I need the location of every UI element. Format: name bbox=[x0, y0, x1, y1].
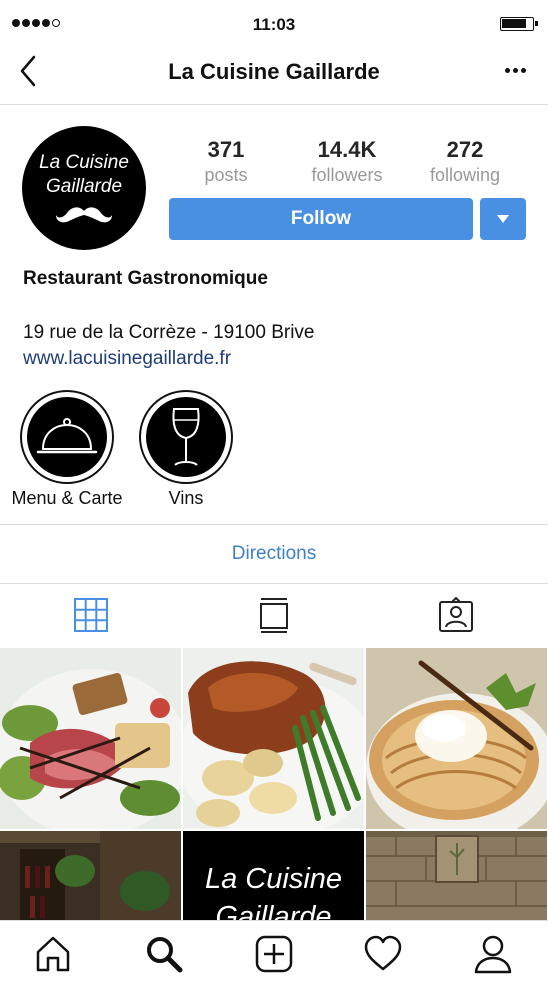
profile-tab[interactable] bbox=[473, 934, 513, 974]
stat-posts-value: 371 bbox=[207, 137, 245, 162]
avatar-text-line2: Gaillarde bbox=[45, 176, 123, 197]
directions-button[interactable]: Directions bbox=[0, 524, 548, 584]
mustache-icon bbox=[56, 207, 112, 223]
suggestions-dropdown-button[interactable] bbox=[480, 198, 526, 240]
list-view-tab[interactable] bbox=[256, 597, 292, 633]
post-thumbnail[interactable] bbox=[366, 648, 547, 829]
post-thumbnail[interactable] bbox=[0, 648, 181, 829]
page-title: La Cuisine Gaillarde bbox=[168, 59, 380, 84]
highlight-wines-label: Vins bbox=[168, 488, 204, 508]
stat-following-value: 272 bbox=[446, 137, 484, 162]
add-post-icon bbox=[255, 935, 293, 973]
wine-cellar-photo bbox=[0, 831, 181, 920]
bio-name: Restaurant Gastronomique bbox=[23, 268, 268, 289]
stat-following-label: following bbox=[429, 165, 501, 185]
wine-glass-icon bbox=[172, 408, 200, 466]
home-icon bbox=[36, 936, 70, 972]
stone-wall-photo bbox=[366, 831, 547, 920]
home-tab[interactable] bbox=[33, 934, 73, 974]
bottom-tab-bar bbox=[0, 920, 548, 985]
battery-icon bbox=[500, 17, 538, 31]
cloche-icon bbox=[36, 418, 98, 454]
status-time: 11:03 bbox=[252, 15, 296, 34]
post-thumbnail[interactable] bbox=[366, 831, 547, 920]
post-thumbnail[interactable] bbox=[183, 648, 364, 829]
search-icon bbox=[147, 937, 183, 973]
stat-followers-label: followers bbox=[311, 165, 383, 185]
profile-icon bbox=[474, 935, 512, 974]
stat-posts-label: posts bbox=[204, 165, 248, 185]
apple-tart-photo bbox=[366, 648, 547, 829]
activity-icon bbox=[364, 935, 402, 971]
tagged-tab[interactable] bbox=[438, 596, 474, 633]
duck-confit-photo bbox=[183, 648, 364, 829]
stat-posts[interactable]: 371 posts bbox=[166, 137, 286, 186]
logo-post-line2: Gaillarde bbox=[215, 901, 332, 920]
bio-address: 19 rue de la Corrèze - 19100 Brive bbox=[23, 322, 315, 343]
grid-view-tab[interactable] bbox=[73, 597, 109, 633]
profile-avatar[interactable]: La Cuisine Gaillarde bbox=[22, 126, 146, 250]
list-icon bbox=[260, 598, 288, 633]
tagged-icon bbox=[439, 596, 473, 632]
highlight-wines[interactable]: Vins bbox=[116, 390, 256, 509]
stat-followers-value: 14.4K bbox=[317, 137, 377, 162]
navigation-bar: La Cuisine Gaillarde bbox=[0, 38, 548, 105]
highlight-ring bbox=[20, 390, 114, 484]
logo-post-line1: La Cuisine bbox=[204, 863, 343, 895]
activity-tab[interactable] bbox=[363, 934, 403, 974]
photo-grid: La Cuisine Gaillarde bbox=[0, 648, 548, 920]
highlight-ring bbox=[139, 390, 233, 484]
grid-icon bbox=[74, 598, 108, 632]
avatar-text-line1: La Cuisine bbox=[39, 152, 129, 173]
profile-tabs bbox=[0, 585, 548, 647]
post-thumbnail[interactable]: La Cuisine Gaillarde bbox=[183, 831, 364, 920]
stat-followers[interactable]: 14.4K followers bbox=[287, 137, 407, 186]
salad-photo bbox=[0, 648, 181, 829]
follow-button[interactable]: Follow bbox=[169, 198, 473, 240]
search-tab[interactable] bbox=[144, 934, 184, 974]
more-options-icon[interactable] bbox=[505, 68, 526, 73]
post-thumbnail[interactable] bbox=[0, 831, 181, 920]
bio-website-link[interactable]: www.lacuisinegaillarde.fr bbox=[23, 348, 231, 370]
add-post-tab[interactable] bbox=[254, 934, 294, 974]
stat-following[interactable]: 272 following bbox=[405, 137, 525, 186]
